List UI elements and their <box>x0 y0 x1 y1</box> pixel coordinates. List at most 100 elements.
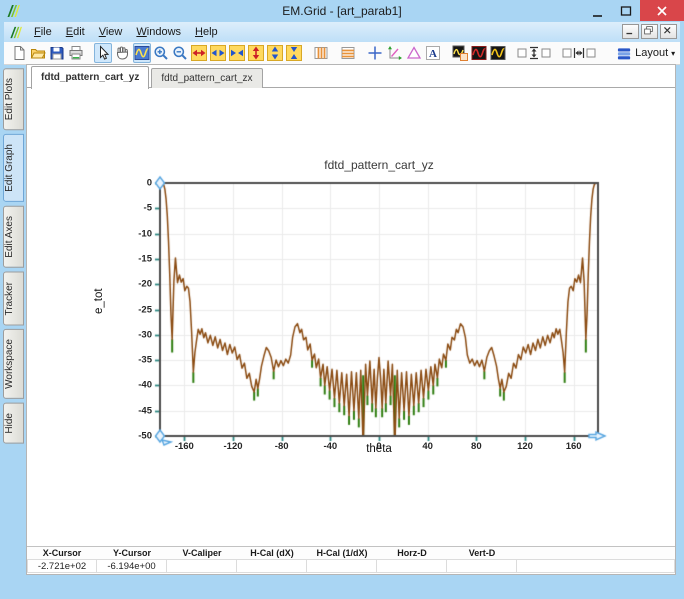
x-tick-label: -80 <box>274 441 289 452</box>
save-file-button[interactable] <box>48 43 66 63</box>
sidebar-tab-edit-axes[interactable]: Edit Axes <box>3 206 24 268</box>
toolbar-separator <box>331 43 339 63</box>
print-button[interactable] <box>67 43 85 63</box>
tracker-cursor-top-left[interactable] <box>152 175 168 191</box>
expand-y-axis-button[interactable] <box>247 43 265 63</box>
y-axis-label: e_tot <box>93 288 105 314</box>
toolbar-separator <box>358 43 366 63</box>
crosshair-marker-button[interactable] <box>366 43 384 63</box>
status-value-vert-d <box>447 559 517 573</box>
horizontal-grid-icon <box>340 45 356 61</box>
mdi-close-button[interactable] <box>660 24 677 39</box>
x-tick-label: -40 <box>323 441 338 452</box>
fit-width-group-button[interactable] <box>561 43 597 63</box>
status-header-v-caliper: V-Caliper <box>182 548 222 558</box>
plot-tabs: fdtd_pattern_cart_yz fdtd_pattern_cart_zx <box>31 66 265 89</box>
status-header-h-cal-dx-: H-Cal (dX) <box>250 548 294 558</box>
sidebar-tab-edit-plots[interactable]: Edit Plots <box>3 68 24 131</box>
shrink-y-axis-icon <box>286 45 303 61</box>
y-tick-label: -30 <box>138 329 152 341</box>
tracker-status-bar: X-Cursor Y-Cursor V-Caliper H-Cal (dX) H-Cal… <box>27 546 675 573</box>
y-tick-label: -35 <box>138 354 152 366</box>
open-file-button[interactable] <box>29 43 47 63</box>
plot-dark-yellow-button[interactable] <box>489 43 507 63</box>
sidebar-tab-hide[interactable]: Hide <box>3 403 24 444</box>
text-annotation-icon: A <box>425 45 441 61</box>
status-value-horz-d <box>377 559 447 573</box>
shrink-x-axis-button[interactable] <box>228 43 246 63</box>
save-file-icon <box>49 45 65 61</box>
tracker-cursor-bottom-left[interactable] <box>152 428 168 444</box>
x-tick-label: -160 <box>174 441 194 452</box>
vertical-grid-icon <box>313 45 329 61</box>
stretch-x-axis-button[interactable] <box>209 43 227 63</box>
zoom-out-tool-button[interactable] <box>171 43 189 63</box>
zoom-out-tool-icon <box>172 45 188 61</box>
status-header-x-cursor: X-Cursor <box>42 548 82 558</box>
sidebar-tabstrip: Edit Plots Edit Graph Edit Axes Tracker Work… <box>3 68 26 444</box>
x-tick-label: 0 <box>376 441 382 452</box>
toolbar: A Layout ▾ <box>4 42 680 65</box>
axes-marker-button[interactable] <box>386 43 404 63</box>
mdi-restore-button[interactable] <box>641 24 658 39</box>
sidebar-tab-workspace[interactable]: Workspace <box>3 329 24 400</box>
status-value-v-caliper <box>167 559 237 573</box>
menu-file[interactable]: File <box>27 24 59 40</box>
sidebar-tab-tracker[interactable]: Tracker <box>3 271 24 326</box>
chart-zone <box>27 88 675 542</box>
open-file-icon <box>30 45 46 61</box>
toolbar-separator <box>508 43 516 63</box>
x-tick-label: 120 <box>517 441 533 452</box>
plot-window-button[interactable] <box>451 43 469 63</box>
pointer-tool-button[interactable] <box>94 43 113 63</box>
menu-windows[interactable]: Windows <box>129 24 188 40</box>
y-tick-label: -20 <box>138 278 152 290</box>
status-value-h-cal-1-dx- <box>307 559 377 573</box>
fit-height-group-button[interactable] <box>516 43 552 63</box>
stretch-y-axis-button[interactable] <box>266 43 284 63</box>
expand-x-axis-icon <box>190 45 207 61</box>
status-value-x-cursor: -2.721e+02 <box>27 559 97 573</box>
menu-edit[interactable]: Edit <box>59 24 92 40</box>
menu-view[interactable]: View <box>92 24 130 40</box>
status-header-h-cal-1-dx-: H-Cal (1/dX) <box>316 548 368 558</box>
tab-fdtd_pattern_cart_zx[interactable]: fdtd_pattern_cart_zx <box>151 68 263 88</box>
y-tick-label: -25 <box>138 304 152 315</box>
minimize-button[interactable] <box>582 0 611 21</box>
text-annotation-button[interactable]: A <box>424 43 442 63</box>
trace-select-tool-button[interactable] <box>132 43 151 63</box>
pan-tool-button[interactable] <box>113 43 131 63</box>
status-filler <box>517 559 675 573</box>
delta-marker-button[interactable] <box>405 43 423 63</box>
x-tick-label: 160 <box>565 441 582 452</box>
menu-help[interactable]: Help <box>188 24 225 40</box>
expand-x-axis-button[interactable] <box>190 43 208 63</box>
fit-width-group-icon <box>562 45 596 61</box>
toolbar-separator <box>86 43 94 63</box>
mdi-minimize-button[interactable] <box>622 24 639 39</box>
shrink-y-axis-button[interactable] <box>285 43 303 63</box>
tab-fdtd_pattern_cart_yz[interactable]: fdtd_pattern_cart_yz <box>31 66 150 89</box>
status-value-y-cursor: -6.194e+00 <box>97 559 167 573</box>
y-tick-label: -10 <box>138 228 152 240</box>
tracker-cursor-bottom-right[interactable] <box>590 428 606 444</box>
zoom-in-tool-button[interactable] <box>152 43 170 63</box>
plot-canvas[interactable] <box>27 88 675 542</box>
status-header-horz-d: Horz-D <box>397 548 427 558</box>
new-file-button[interactable] <box>10 43 28 63</box>
maximize-button[interactable] <box>611 0 640 21</box>
new-file-icon <box>11 45 27 61</box>
status-value-h-cal-dx- <box>237 559 307 573</box>
sidebar-tab-edit-graph[interactable]: Edit Graph <box>3 134 24 203</box>
app-window: EM.Grid - [art_parab1] File Edit View Windo… <box>0 0 684 599</box>
horizontal-grid-button[interactable] <box>339 43 357 63</box>
plot-dark-red-button[interactable] <box>470 43 488 63</box>
vertical-grid-button[interactable] <box>312 43 330 63</box>
svg-text:A: A <box>429 48 437 60</box>
trace-select-tool-icon <box>134 45 150 61</box>
toolbar-separator <box>553 43 561 63</box>
layout-button[interactable]: Layout ▾ <box>612 43 680 63</box>
expand-y-axis-icon <box>248 45 264 61</box>
close-button[interactable] <box>640 0 684 21</box>
x-tick-label: 80 <box>471 441 482 452</box>
